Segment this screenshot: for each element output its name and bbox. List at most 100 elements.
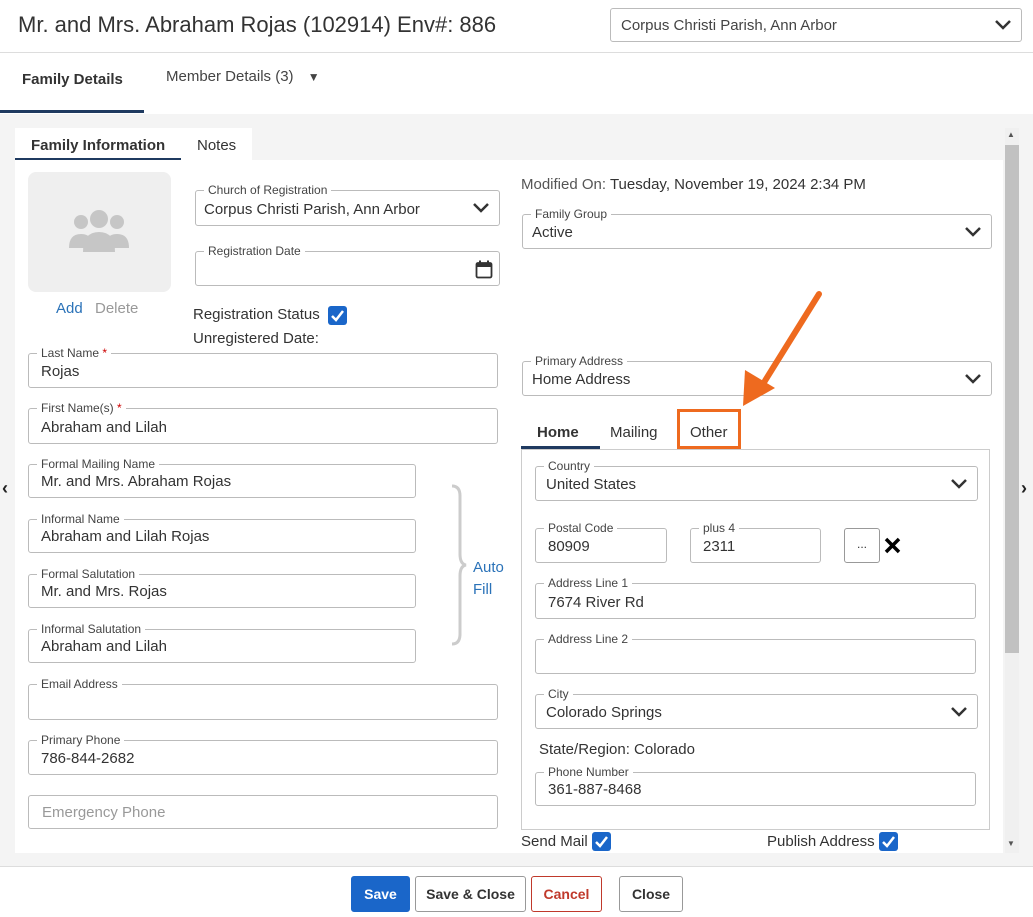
auto-fill-link[interactable]: Auto Fill <box>473 557 504 601</box>
formal-mailing-name-label: Formal Mailing Name <box>37 457 160 471</box>
emergency-phone-placeholder: Emergency Phone <box>42 804 166 821</box>
registration-status-checkbox[interactable] <box>328 306 347 325</box>
state-region: State/Region: Colorado <box>539 741 695 758</box>
tab-address-home[interactable]: Home <box>537 424 579 441</box>
last-name-field[interactable]: Last Name * Rojas <box>28 346 498 388</box>
address-line1-field[interactable]: Address Line 1 7674 River Rd <box>535 576 976 619</box>
clear-postal-icon[interactable] <box>884 537 901 554</box>
church-of-registration-label: Church of Registration <box>204 183 332 197</box>
formal-salutation-value: Mr. and Mrs. Rojas <box>41 583 167 600</box>
family-group-value: Active <box>532 224 573 241</box>
city-label: City <box>544 687 573 701</box>
primary-phone-value: 786-844-2682 <box>41 750 135 767</box>
address-line2-field[interactable]: Address Line 2 <box>535 632 976 674</box>
scroll-up-icon[interactable]: ▲ <box>1007 130 1015 139</box>
other-tab-highlight <box>677 409 741 449</box>
checkmark-icon <box>331 310 344 322</box>
plus4-field[interactable]: plus 4 2311 <box>690 521 821 563</box>
unregistered-date-label: Unregistered Date: <box>193 330 319 347</box>
chevron-down-icon <box>951 478 967 489</box>
auto-fill-line2: Fill <box>473 581 493 598</box>
country-select[interactable]: Country United States <box>535 459 978 501</box>
church-of-registration-value: Corpus Christi Parish, Ann Arbor <box>204 201 420 218</box>
primary-address-value: Home Address <box>532 371 631 388</box>
add-photo-link[interactable]: Add <box>56 300 83 317</box>
cancel-button[interactable]: Cancel <box>531 876 602 912</box>
country-value: United States <box>546 476 637 493</box>
formal-salutation-label: Formal Salutation <box>37 567 140 581</box>
publish-address-label: Publish Address <box>767 833 875 850</box>
scrollbar-thumb[interactable] <box>1005 145 1019 653</box>
send-mail-label: Send Mail <box>521 833 588 850</box>
primary-address-label: Primary Address <box>531 354 628 368</box>
tab-member-details-label: Member Details (3) <box>166 68 294 85</box>
previous-arrow-icon[interactable]: ‹ <box>2 478 8 499</box>
parish-select-value: Corpus Christi Parish, Ann Arbor <box>621 17 837 34</box>
save-button[interactable]: Save <box>351 876 410 912</box>
caret-down-icon: ▼ <box>307 70 320 84</box>
church-of-registration-select[interactable]: Church of Registration Corpus Christi Pa… <box>195 183 500 226</box>
parish-select[interactable]: Corpus Christi Parish, Ann Arbor <box>610 8 1022 42</box>
brace-icon <box>451 484 467 646</box>
tab-family-information[interactable]: Family Information <box>15 128 182 161</box>
primary-phone-field[interactable]: Primary Phone 786-844-2682 <box>28 733 498 775</box>
page-title: Mr. and Mrs. Abraham Rojas (102914) Env#… <box>18 12 497 37</box>
postal-lookup-button[interactable]: ... <box>844 528 880 563</box>
registration-date-label: Registration Date <box>204 244 305 258</box>
send-mail-checkbox[interactable] <box>592 832 611 851</box>
tab-address-mailing[interactable]: Mailing <box>610 424 658 441</box>
family-group-select[interactable]: Family Group Active <box>522 207 992 249</box>
chevron-down-icon <box>995 20 1011 30</box>
tab-notes[interactable]: Notes <box>181 128 253 161</box>
publish-address-checkbox[interactable] <box>879 832 898 851</box>
auto-fill-line1: Auto <box>473 559 504 576</box>
calendar-icon[interactable] <box>475 260 493 279</box>
address-line1-label: Address Line 1 <box>544 576 633 590</box>
postal-code-label: Postal Code <box>544 521 618 535</box>
country-label: Country <box>544 459 595 473</box>
last-name-label: Last Name * <box>37 346 112 360</box>
city-value: Colorado Springs <box>546 704 662 721</box>
email-address-field[interactable]: Email Address <box>28 677 498 720</box>
informal-name-field[interactable]: Informal Name Abraham and Lilah Rojas <box>28 512 416 553</box>
next-arrow-icon[interactable]: › <box>1021 478 1027 499</box>
chevron-down-icon <box>965 226 981 237</box>
modified-on: Modified On: Tuesday, November 19, 2024 … <box>521 176 866 193</box>
delete-photo-link[interactable]: Delete <box>95 300 138 317</box>
modified-on-label: Modified On: <box>521 176 607 193</box>
address-line2-label: Address Line 2 <box>544 632 633 646</box>
postal-code-field[interactable]: Postal Code 80909 <box>535 521 667 563</box>
family-group-icon <box>69 210 129 252</box>
checkmark-icon <box>595 836 608 848</box>
save-close-button[interactable]: Save & Close <box>415 876 526 912</box>
first-names-field[interactable]: First Name(s) * Abraham and Lilah <box>28 401 498 444</box>
informal-salutation-label: Informal Salutation <box>37 622 146 636</box>
close-button[interactable]: Close <box>619 876 683 912</box>
formal-salutation-field[interactable]: Formal Salutation Mr. and Mrs. Rojas <box>28 567 416 608</box>
formal-mailing-name-field[interactable]: Formal Mailing Name Mr. and Mrs. Abraham… <box>28 457 416 498</box>
city-select[interactable]: City Colorado Springs <box>535 687 978 729</box>
plus4-label: plus 4 <box>699 521 740 535</box>
chevron-down-icon <box>473 203 489 213</box>
tab-family-details[interactable]: Family Details <box>0 52 144 113</box>
informal-salutation-value: Abraham and Lilah <box>41 638 167 655</box>
address-phone-value: 361-887-8468 <box>548 781 642 798</box>
last-name-value: Rojas <box>41 363 80 380</box>
tab-member-details[interactable]: Member Details (3) ▼ <box>166 68 320 85</box>
informal-salutation-field[interactable]: Informal Salutation Abraham and Lilah <box>28 622 416 663</box>
informal-name-label: Informal Name <box>37 512 124 526</box>
address-phone-field[interactable]: Phone Number 361-887-8468 <box>535 765 976 806</box>
family-photo[interactable] <box>28 172 171 292</box>
plus4-value: 2311 <box>703 538 736 555</box>
registration-date-field[interactable]: Registration Date <box>195 244 500 286</box>
postal-code-value: 80909 <box>548 538 590 555</box>
emergency-phone-field[interactable]: Emergency Phone <box>28 795 498 829</box>
formal-mailing-name-value: Mr. and Mrs. Abraham Rojas <box>41 473 232 490</box>
first-names-label: First Name(s) * <box>37 401 126 415</box>
chevron-down-icon <box>965 373 981 384</box>
scroll-down-icon[interactable]: ▼ <box>1007 839 1015 848</box>
checkmark-icon <box>882 836 895 848</box>
top-tab-bar <box>0 52 1033 114</box>
first-names-value: Abraham and Lilah <box>41 419 167 436</box>
registration-status-label: Registration Status <box>193 306 320 323</box>
